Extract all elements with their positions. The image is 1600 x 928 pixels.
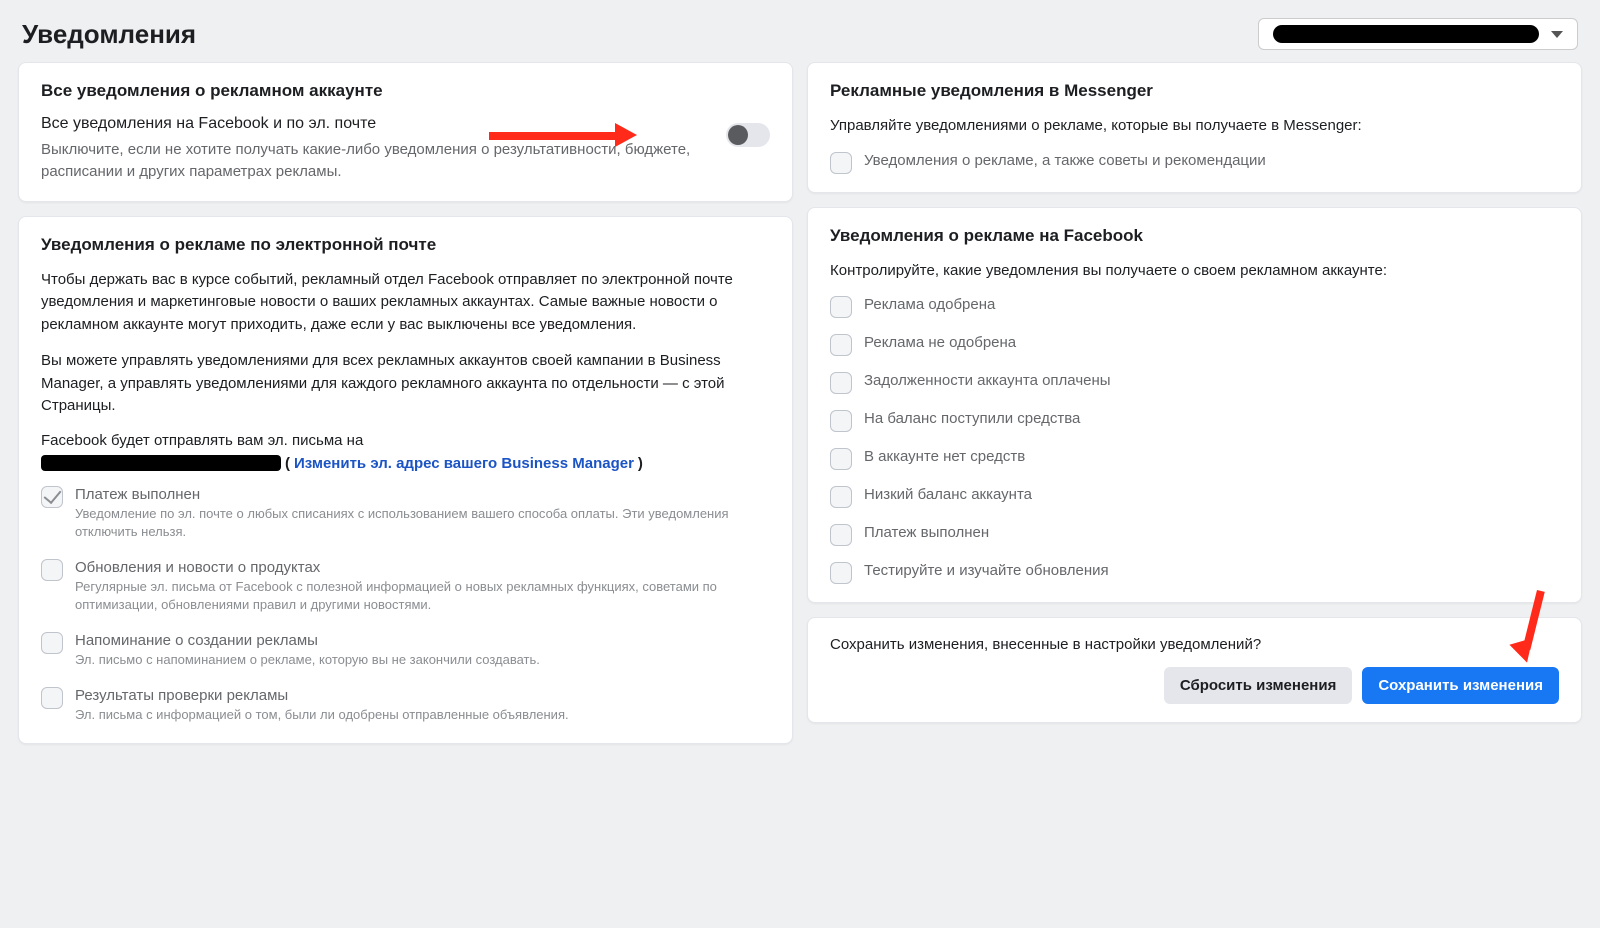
check-label: Тестируйте и изучайте обновления	[864, 562, 1559, 579]
all-notifications-toggle[interactable]	[726, 123, 770, 147]
all-notifications-subhead: Все уведомления на Facebook и по эл. поч…	[41, 115, 706, 133]
card-title: Все уведомления о рекламном аккаунте	[41, 81, 770, 101]
check-sub: Эл. письма с информацией о том, были ли …	[75, 706, 770, 724]
email-ads-para1: Чтобы держать вас в курсе событий, рекла…	[41, 269, 770, 337]
check-label: Низкий баланс аккаунта	[864, 486, 1559, 503]
check-label: Уведомления о рекламе, а также советы и …	[864, 152, 1559, 169]
checkbox-debts-paid[interactable]	[830, 372, 852, 394]
check-label: Платеж выполнен	[75, 486, 770, 503]
checkbox-messenger-ads[interactable]	[830, 152, 852, 174]
check-sub: Уведомление по эл. почте о любых списани…	[75, 505, 770, 541]
email-redacted	[41, 455, 281, 471]
save-question: Сохранить изменения, внесенные в настрой…	[830, 636, 1559, 653]
fb-item-not-approved: Реклама не одобрена	[830, 334, 1559, 356]
email-paren-open: (	[285, 455, 290, 472]
card-fb-ads: Уведомления о рекламе на Facebook Контро…	[807, 207, 1582, 604]
check-sub: Регулярные эл. письма от Facebook с поле…	[75, 578, 770, 614]
all-notifications-desc: Выключите, если не хотите получать какие…	[41, 139, 706, 183]
fb-ads-desc: Контролируйте, какие уведомления вы полу…	[830, 260, 1559, 283]
messenger-item: Уведомления о рекламе, а также советы и …	[830, 152, 1559, 174]
reset-button[interactable]: Сбросить изменения	[1164, 667, 1353, 704]
checkbox-low-balance[interactable]	[830, 486, 852, 508]
card-messenger: Рекламные уведомления в Messenger Управл…	[807, 62, 1582, 193]
fb-item-test-learn: Тестируйте и изучайте обновления	[830, 562, 1559, 584]
email-prefix: Facebook будет отправлять вам эл. письма…	[41, 432, 770, 449]
fb-item-balance-funded: На баланс поступили средства	[830, 410, 1559, 432]
toggle-knob	[728, 125, 748, 145]
chevron-down-icon	[1551, 31, 1563, 38]
check-label: Реклама одобрена	[864, 296, 1559, 313]
check-label: В аккаунте нет средств	[864, 448, 1559, 465]
save-button[interactable]: Сохранить изменения	[1362, 667, 1559, 704]
email-item-payment: Платеж выполнен Уведомление по эл. почте…	[41, 486, 770, 541]
check-label: Задолженности аккаунта оплачены	[864, 372, 1559, 389]
fb-item-debts-paid: Задолженности аккаунта оплачены	[830, 372, 1559, 394]
email-ads-para2: Вы можете управлять уведомлениями для вс…	[41, 350, 770, 418]
check-label: Платеж выполнен	[864, 524, 1559, 541]
check-label: Напоминание о создании рекламы	[75, 632, 770, 649]
email-item-product-news: Обновления и новости о продуктах Регуляр…	[41, 559, 770, 614]
card-save: Сохранить изменения, внесенные в настрой…	[807, 617, 1582, 723]
fb-item-payment-done: Платеж выполнен	[830, 524, 1559, 546]
card-title: Уведомления о рекламе на Facebook	[830, 226, 1559, 246]
check-label: Результаты проверки рекламы	[75, 687, 770, 704]
email-item-reminder: Напоминание о создании рекламы Эл. письм…	[41, 632, 770, 669]
fb-item-low-balance: Низкий баланс аккаунта	[830, 486, 1559, 508]
checkbox-not-approved[interactable]	[830, 334, 852, 356]
card-email-ads: Уведомления о рекламе по электронной поч…	[18, 216, 793, 744]
account-selector[interactable]	[1258, 18, 1578, 50]
check-label: Реклама не одобрена	[864, 334, 1559, 351]
card-title: Рекламные уведомления в Messenger	[830, 81, 1559, 101]
fb-item-no-funds: В аккаунте нет средств	[830, 448, 1559, 470]
check-sub: Эл. письмо с напоминанием о рекламе, кот…	[75, 651, 770, 669]
check-label: Обновления и новости о продуктах	[75, 559, 770, 576]
email-paren-close: )	[638, 455, 643, 472]
fb-item-approved: Реклама одобрена	[830, 296, 1559, 318]
checkbox-fb-payment-done[interactable]	[830, 524, 852, 546]
checkbox-payment-done	[41, 486, 63, 508]
checkbox-balance-funded[interactable]	[830, 410, 852, 432]
change-email-link[interactable]: Изменить эл. адрес вашего Business Manag…	[294, 455, 634, 472]
checkbox-review-results[interactable]	[41, 687, 63, 709]
email-item-review-results: Результаты проверки рекламы Эл. письма с…	[41, 687, 770, 724]
checkbox-reminder[interactable]	[41, 632, 63, 654]
card-title: Уведомления о рекламе по электронной поч…	[41, 235, 770, 255]
account-name-redacted	[1273, 25, 1539, 43]
checkbox-test-learn[interactable]	[830, 562, 852, 584]
messenger-desc: Управляйте уведомлениями о рекламе, кото…	[830, 115, 1559, 138]
checkbox-approved[interactable]	[830, 296, 852, 318]
page-title: Уведомления	[22, 19, 196, 50]
card-all-notifications: Все уведомления о рекламном аккаунте Все…	[18, 62, 793, 202]
checkbox-product-news[interactable]	[41, 559, 63, 581]
check-label: На баланс поступили средства	[864, 410, 1559, 427]
checkbox-no-funds[interactable]	[830, 448, 852, 470]
